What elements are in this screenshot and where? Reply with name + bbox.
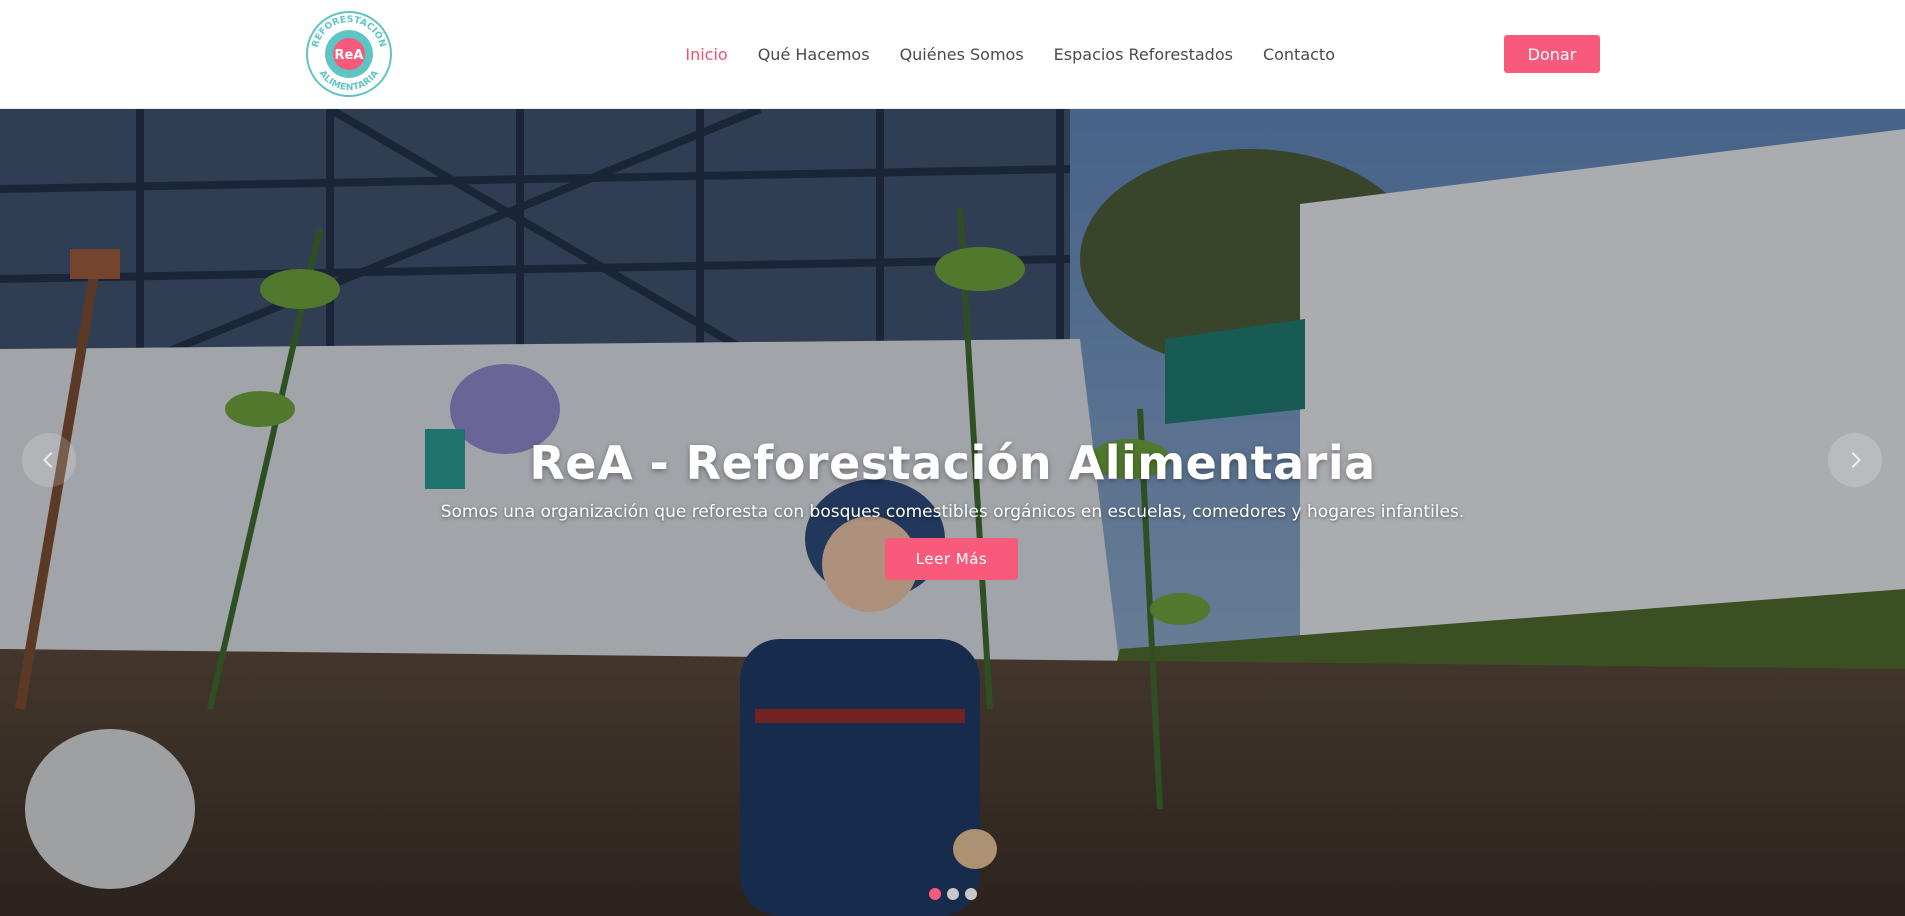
donate-button[interactable]: Donar: [1504, 35, 1600, 73]
leer-mas-button[interactable]: Leer Más: [885, 538, 1018, 580]
nav-item-quienes-somos[interactable]: Quiénes Somos: [900, 45, 1024, 64]
nav-item-contacto[interactable]: Contacto: [1263, 45, 1335, 64]
slider-prev-button[interactable]: [22, 433, 76, 487]
rea-logo[interactable]: REFORESTACIÓN ALIMENTARIA ReA: [305, 10, 393, 98]
site-header: REFORESTACIÓN ALIMENTARIA ReA Inicio Qué…: [0, 0, 1905, 109]
nav-item-espacios-reforestados[interactable]: Espacios Reforestados: [1054, 45, 1233, 64]
svg-text:ReA: ReA: [335, 48, 364, 63]
slider-dot-2[interactable]: [946, 888, 959, 900]
chevron-left-icon: [43, 452, 53, 468]
hero-slider: ReA - Reforestación Alimentaria Somos un…: [0, 109, 1905, 916]
main-nav: Inicio Qué Hacemos Quiénes Somos Espacio…: [685, 0, 1335, 108]
slider-dot-3[interactable]: [964, 888, 977, 900]
hero-subtitle: Somos una organización que reforesta con…: [440, 502, 1465, 522]
slider-pagination: [0, 888, 1905, 900]
nav-item-que-hacemos[interactable]: Qué Hacemos: [758, 45, 870, 64]
chevron-right-icon: [1851, 452, 1861, 468]
hero-title: ReA - Reforestación Alimentaria: [529, 435, 1376, 490]
slider-next-button[interactable]: [1828, 433, 1882, 487]
nav-item-inicio[interactable]: Inicio: [685, 45, 727, 64]
logo-emblem-icon: REFORESTACIÓN ALIMENTARIA ReA: [306, 11, 392, 97]
slider-dot-1[interactable]: [928, 888, 941, 900]
